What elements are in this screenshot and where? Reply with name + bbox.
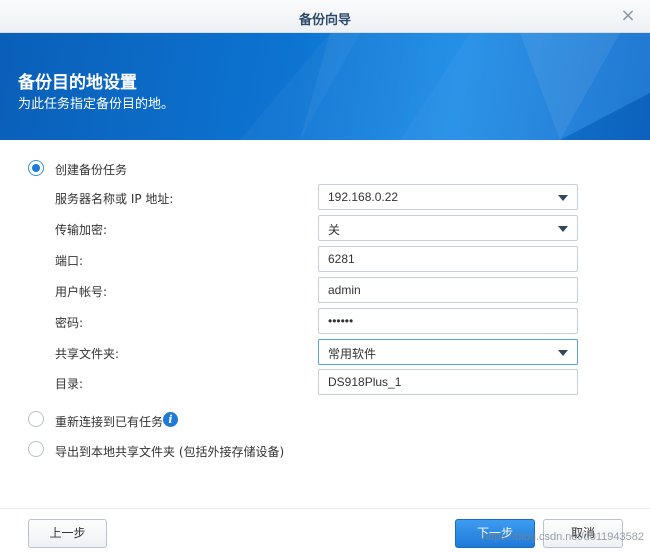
title-bar: 备份向导 × xyxy=(0,0,650,33)
reconnect-task-label[interactable]: 重新连接到已有任务 xyxy=(55,413,163,430)
directory-label: 目录: xyxy=(55,377,84,391)
header-banner: 备份目的地设置 为此任务指定备份目的地。 xyxy=(0,33,650,140)
port-label: 端口: xyxy=(55,254,84,268)
username-value: admin xyxy=(328,283,361,297)
directory-value: DS918Plus_1 xyxy=(328,375,402,389)
create-task-radio[interactable] xyxy=(28,160,44,176)
port-input[interactable]: 6281 xyxy=(318,246,578,272)
encryption-value: 关 xyxy=(328,223,341,237)
server-label: 服务器名称或 IP 地址: xyxy=(55,192,174,206)
window-title: 备份向导 xyxy=(298,13,351,28)
back-button[interactable]: 上一步 xyxy=(28,519,107,548)
watermark-text: https://blog.csdn.net/u011943582 xyxy=(482,531,644,543)
footer-divider xyxy=(0,508,650,509)
port-value: 6281 xyxy=(328,252,355,266)
shared-folder-value: 常用软件 xyxy=(328,347,377,361)
encryption-label: 传输加密: xyxy=(55,223,108,237)
server-select[interactable]: 192.168.0.22 xyxy=(318,184,578,210)
shared-folder-select[interactable]: 常用软件 xyxy=(318,339,578,365)
username-label: 用户帐号: xyxy=(55,285,108,299)
close-icon[interactable]: × xyxy=(618,6,638,26)
reconnect-task-radio[interactable] xyxy=(28,411,44,427)
password-input[interactable]: •••••• xyxy=(318,308,578,334)
password-value: •••••• xyxy=(328,314,354,328)
chevron-down-icon xyxy=(558,350,568,356)
chevron-down-icon xyxy=(558,226,568,232)
password-label: 密码: xyxy=(55,316,84,330)
banner-subheading: 为此任务指定备份目的地。 xyxy=(18,97,175,112)
chevron-down-icon xyxy=(558,195,568,201)
username-input[interactable]: admin xyxy=(318,277,578,303)
info-icon[interactable]: i xyxy=(163,412,178,427)
export-local-radio[interactable] xyxy=(28,441,44,457)
shared-folder-label: 共享文件夹: xyxy=(55,347,120,361)
server-value: 192.168.0.22 xyxy=(328,190,399,204)
directory-input[interactable]: DS918Plus_1 xyxy=(318,369,578,395)
export-local-label[interactable]: 导出到本地共享文件夹 (包括外接存储设备) xyxy=(55,443,284,460)
create-task-label[interactable]: 创建备份任务 xyxy=(55,161,127,178)
encryption-select[interactable]: 关 xyxy=(318,215,578,241)
banner-heading: 备份目的地设置 xyxy=(18,73,137,93)
